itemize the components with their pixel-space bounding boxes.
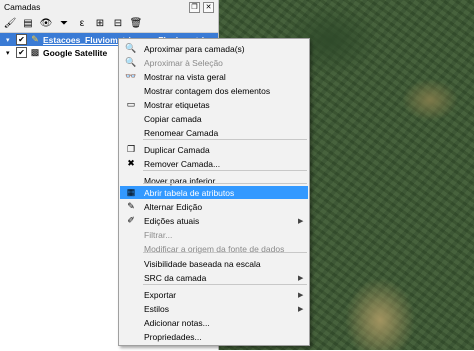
menu-separator (143, 252, 307, 253)
menu-item[interactable]: 🔍 Aproximar para camada(s) (120, 42, 308, 55)
menu-item[interactable]: ✎ Alternar Edição (120, 200, 308, 213)
menu-item[interactable]: Adicionar notas... (120, 316, 308, 329)
remove-layer-icon[interactable]: 🗑 (130, 17, 143, 29)
open-layer-styling-icon[interactable]: 🖌 (4, 17, 17, 29)
menu-item[interactable]: ▭ Mostrar etiquetas (120, 98, 308, 111)
float-panel-icon[interactable]: ❐ (189, 2, 200, 13)
labels-icon: ▭ (126, 99, 136, 109)
menu-item-label: Mostrar etiquetas (144, 99, 210, 110)
menu-item-label: Edições atuais (144, 215, 200, 226)
menu-item-label: Duplicar Camada (144, 144, 210, 155)
menu-item[interactable]: SRC da camada ▶ (120, 271, 308, 284)
pencil-icon: ✎ (31, 34, 39, 44)
menu-item[interactable]: 👓 Mostrar na vista geral (120, 70, 308, 83)
menu-separator (143, 139, 307, 140)
empty-icon-slot (124, 257, 138, 270)
collapse-arrow-icon[interactable]: ▾ (6, 36, 14, 44)
zoom-selection-icon: 🔍 (125, 57, 137, 67)
menu-item-label: Propriedades... (144, 331, 202, 342)
pencil-icon: ✎ (127, 201, 135, 211)
duplicate-icon: ❐ (126, 144, 136, 154)
empty-icon-slot (124, 84, 138, 97)
menu-item-label: Adicionar notas... (144, 317, 210, 328)
menu-item-label: Abrir tabela de atributos (144, 187, 235, 198)
collapse-all-icon[interactable]: ⊟ (112, 17, 124, 29)
layer-name: Google Satellite (43, 47, 108, 58)
empty-icon-slot (124, 302, 138, 315)
layer-visibility-checkbox[interactable]: ✔ (16, 34, 27, 45)
menu-item[interactable]: ✖ Remover Camada... (120, 157, 308, 170)
submenu-arrow-icon: ▶ (298, 291, 304, 299)
menu-item-label: Mostrar contagem dos elementos (144, 85, 271, 96)
menu-item-label: Filtrar... (144, 229, 173, 240)
empty-icon-slot (124, 288, 138, 301)
menu-item-label: SRC da camada (144, 272, 207, 283)
menu-item[interactable]: Visibilidade baseada na escala (120, 257, 308, 270)
overview-icon: 👓 (125, 71, 137, 81)
empty-icon-slot (124, 228, 138, 241)
close-panel-icon[interactable]: ✕ (203, 2, 214, 13)
filter-legend-icon[interactable]: ⏷ (58, 17, 70, 29)
menu-item-label: Alternar Edição (144, 201, 203, 212)
menu-item-label: Copiar camada (144, 113, 202, 124)
submenu-arrow-icon: ▶ (298, 274, 304, 282)
menu-separator (143, 170, 307, 171)
expand-all-icon[interactable]: ⊞ (94, 17, 106, 29)
empty-icon-slot (124, 330, 138, 343)
menu-item-label: Mover para inferior (144, 175, 216, 186)
menu-item-label: Estilos (144, 303, 170, 314)
menu-item[interactable]: ✐ Edições atuais ▶ (120, 214, 308, 227)
menu-item[interactable]: Filtrar... (120, 228, 308, 241)
layers-toolbar: 🖌 ▤ 👁 ⏷ ε ⊞ ⊟ 🗑 (0, 14, 218, 33)
manage-visibility-icon[interactable]: 👁 (40, 17, 53, 29)
submenu-arrow-icon: ▶ (298, 305, 304, 313)
table-icon: ▦ (126, 187, 136, 197)
menu-item-label: Mostrar na vista geral (144, 71, 226, 82)
menu-item[interactable]: ❐ Duplicar Camada (120, 143, 308, 156)
add-group-icon[interactable]: ▤ (22, 17, 34, 29)
menu-item[interactable]: Copiar camada (120, 112, 308, 125)
menu-item[interactable]: Propriedades... (120, 330, 308, 343)
menu-item-label: Aproximar à Seleção (144, 57, 223, 68)
panel-title: Camadas ❐ ✕ (0, 0, 218, 14)
menu-separator (143, 183, 307, 184)
menu-item[interactable]: Estilos ▶ (120, 302, 308, 315)
panel-title-text: Camadas (4, 2, 41, 12)
empty-icon-slot (124, 126, 138, 139)
layer-visibility-checkbox[interactable]: ✔ (16, 47, 27, 58)
menu-separator (143, 284, 307, 285)
menu-item-label: Renomear Camada (144, 127, 219, 138)
menu-item[interactable]: Modificar a origem da fonte de dados (120, 242, 308, 255)
menu-item[interactable]: 🔍 Aproximar à Seleção (120, 56, 308, 69)
empty-icon-slot (124, 316, 138, 329)
menu-item[interactable]: Renomear Camada (120, 126, 308, 139)
layer-context-menu: 🔍 Aproximar para camada(s) 🔍 Aproximar à Se… (118, 38, 310, 346)
menu-item[interactable]: Exportar ▶ (120, 288, 308, 301)
panel-title-buttons: ❐ ✕ (189, 2, 214, 13)
remove-icon: ✖ (127, 158, 135, 168)
edits-icon: ✐ (127, 215, 135, 225)
menu-item-label: Visibilidade baseada na escala (144, 258, 261, 269)
menu-item[interactable]: Mostrar contagem dos elementos (120, 84, 308, 97)
menu-item-label: Exportar (144, 289, 177, 300)
submenu-arrow-icon: ▶ (298, 217, 304, 225)
empty-icon-slot (124, 242, 138, 255)
menu-item-label: Aproximar para camada(s) (144, 43, 245, 54)
menu-item[interactable]: ▦ Abrir tabela de atributos (120, 186, 308, 199)
empty-icon-slot (124, 112, 138, 125)
empty-icon-slot (124, 271, 138, 284)
collapse-arrow-icon[interactable]: ▾ (6, 49, 14, 57)
menu-item-label: Remover Camada... (144, 158, 221, 169)
filter-expression-icon[interactable]: ε (76, 17, 88, 29)
zoom-icon: 🔍 (125, 43, 137, 53)
raster-layer-icon: ▩ (30, 47, 40, 57)
